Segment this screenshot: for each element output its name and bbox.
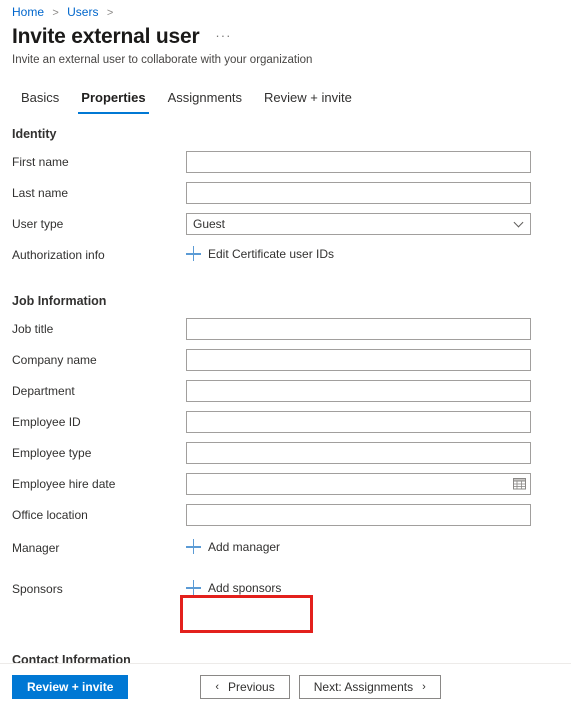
user-type-select[interactable]: Guest [186,212,531,235]
control-employee-type [186,441,531,464]
control-office-location [186,503,531,526]
page-title: Invite external user [12,25,200,48]
breadcrumb-separator-icon: > [52,7,59,19]
tab-properties[interactable]: Properties [70,88,156,114]
add-sponsors-button[interactable]: Add sponsors [186,577,281,599]
control-user-type: Guest [186,212,531,235]
wizard-tabs: Basics Properties Assignments Review + i… [10,88,363,114]
tab-assignments[interactable]: Assignments [157,88,253,114]
tab-basics[interactable]: Basics [10,88,70,114]
edit-certificate-user-ids-label: Edit Certificate user IDs [208,246,335,261]
label-sponsors: Sponsors [12,581,63,596]
field-row-job-title: Job title [0,314,571,343]
field-row-sponsors: Sponsors Add sponsors [0,574,571,603]
page-subtitle: Invite an external user to collaborate w… [12,54,313,66]
breadcrumb-item-home[interactable]: Home [12,5,44,19]
employee-hire-date-input[interactable] [186,472,531,495]
breadcrumb: Home > Users > [12,4,118,21]
field-row-first-name: First name [0,147,571,176]
label-employee-hire-date: Employee hire date [12,476,116,491]
section-heading-contact-information: Contact Information [12,653,131,663]
field-row-user-type: User type Guest [0,209,571,238]
review-invite-button[interactable]: Review + invite [12,675,129,699]
properties-form: Identity First name Last name User type … [0,125,571,605]
field-row-manager: Manager Add manager [0,533,571,562]
department-input[interactable] [186,379,531,402]
title-row: Invite external user ··· [12,24,231,50]
control-last-name [186,181,531,204]
previous-button[interactable]: ‹ Previous [200,675,290,699]
next-button-label: Next: Assignments [313,680,414,694]
plus-icon [186,580,201,596]
label-manager: Manager [12,540,60,555]
employee-type-input[interactable] [186,441,531,464]
chevron-right-icon: › [422,681,426,693]
control-job-title [186,317,531,340]
label-job-title: Job title [12,321,54,336]
field-row-employee-id: Employee ID [0,407,571,436]
footer-divider [0,663,571,664]
edit-certificate-user-ids-button[interactable]: Edit Certificate user IDs [186,243,334,265]
label-employee-id: Employee ID [12,414,81,429]
label-authorization-info: Authorization info [12,247,105,262]
control-first-name [186,150,531,173]
field-row-last-name: Last name [0,178,571,207]
job-title-input[interactable] [186,317,531,340]
field-row-company-name: Company name [0,345,571,374]
label-first-name: First name [12,154,69,169]
office-location-input[interactable] [186,503,531,526]
breadcrumb-separator-icon: > [106,7,114,19]
control-authorization-info: Edit Certificate user IDs [186,243,531,267]
previous-button-label: Previous [228,680,275,694]
field-row-office-location: Office location [0,500,571,529]
field-row-department: Department [0,376,571,405]
tab-review-invite[interactable]: Review + invite [253,88,363,114]
scroll-clip-mask [0,663,571,671]
chevron-left-icon: ‹ [215,681,220,693]
field-row-authorization-info: Authorization info Edit Certificate user… [0,240,571,269]
last-name-input[interactable] [186,181,531,204]
control-employee-hire-date [186,472,531,495]
control-company-name [186,348,531,371]
breadcrumb-item-users[interactable]: Users [67,5,98,19]
control-employee-id [186,410,531,433]
plus-icon [186,246,201,262]
section-heading-identity: Identity [12,127,57,141]
next-assignments-button[interactable]: Next: Assignments › [298,675,441,699]
add-manager-button[interactable]: Add manager [186,536,280,558]
control-sponsors: Add sponsors [186,577,531,601]
label-office-location: Office location [12,507,88,522]
add-sponsors-label: Add sponsors [208,580,282,595]
invite-external-user-page: Home > Users > Invite external user ··· … [0,0,571,710]
first-name-input[interactable] [186,150,531,173]
add-manager-label: Add manager [208,539,281,554]
label-department: Department [12,383,75,398]
control-manager: Add manager [186,536,531,560]
control-department [186,379,531,402]
plus-icon [186,539,201,555]
wizard-nav-group: ‹ Previous Next: Assignments › [200,675,441,699]
more-options-icon[interactable]: ··· [215,28,231,43]
company-name-input[interactable] [186,348,531,371]
section-heading-job-information: Job Information [12,294,107,308]
label-company-name: Company name [12,352,97,367]
field-row-employee-hire-date: Employee hire date [0,469,571,498]
label-last-name: Last name [12,185,69,200]
label-employee-type: Employee type [12,445,92,460]
label-user-type: User type [12,216,64,231]
employee-id-input[interactable] [186,410,531,433]
field-row-employee-type: Employee type [0,438,571,467]
